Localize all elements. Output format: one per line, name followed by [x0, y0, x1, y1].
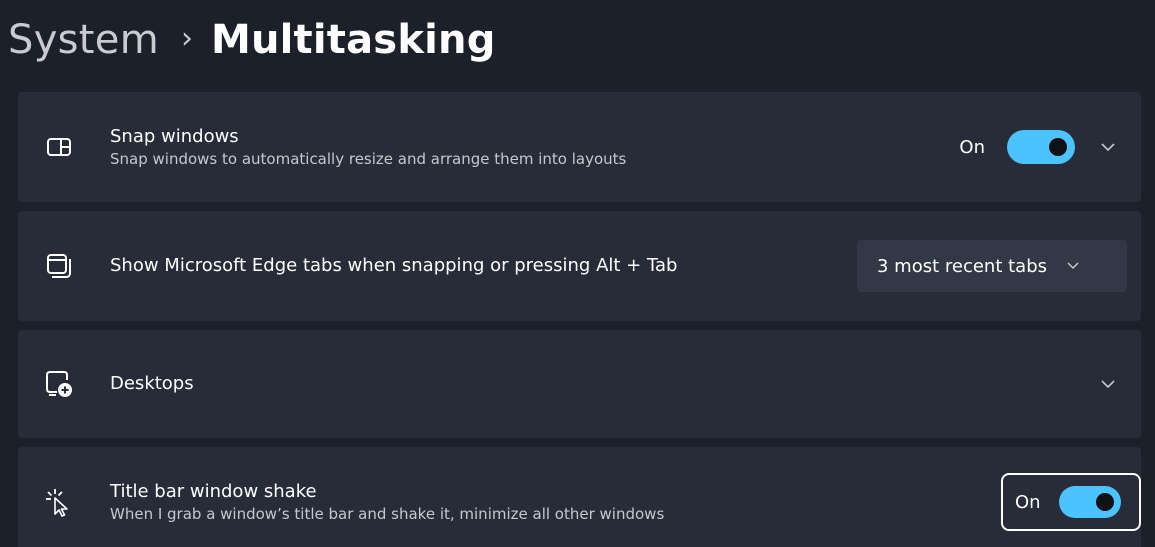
setting-controls: On [959, 130, 1123, 164]
toggle-knob [1049, 138, 1067, 156]
toggle-state-label: On [959, 136, 985, 158]
chevron-down-icon[interactable] [1093, 132, 1123, 162]
setting-card-snap-windows[interactable]: Snap windows Snap windows to automatical… [18, 92, 1141, 202]
toggle-state-label: On [1015, 491, 1041, 513]
breadcrumb-separator: › [180, 20, 193, 56]
breadcrumb-system-link[interactable]: System [8, 17, 159, 63]
edge-tabs-icon [44, 251, 74, 281]
setting-title: Desktops [110, 373, 194, 394]
setting-title: Show Microsoft Edge tabs when snapping o… [110, 255, 678, 276]
chevron-down-icon [1067, 258, 1083, 274]
snap-windows-icon [44, 132, 74, 162]
snap-windows-toggle[interactable] [1007, 130, 1075, 164]
page-title: Multitasking [210, 17, 496, 63]
multitasking-settings-page: System › Multitasking Snap windows Snap … [0, 0, 1155, 547]
window-shake-icon [44, 487, 74, 517]
setting-card-edge-tabs: Show Microsoft Edge tabs when snapping o… [18, 211, 1141, 321]
chevron-down-icon[interactable] [1093, 369, 1123, 399]
breadcrumb: System › Multitasking [8, 4, 496, 76]
setting-card-window-shake: Title bar window shake When I grab a win… [18, 447, 1141, 547]
setting-title: Title bar window shake [110, 481, 317, 502]
setting-card-desktops[interactable]: Desktops [18, 330, 1141, 438]
window-shake-toggle-focus[interactable]: On [1001, 473, 1141, 531]
setting-text: Title bar window shake When I grab a win… [110, 480, 664, 524]
window-shake-toggle[interactable] [1058, 486, 1121, 518]
setting-controls [1075, 369, 1123, 399]
setting-text: Show Microsoft Edge tabs when snapping o… [110, 254, 677, 278]
setting-text: Snap windows Snap windows to automatical… [110, 125, 626, 169]
edge-tabs-dropdown[interactable]: 3 most recent tabs [857, 240, 1127, 292]
desktops-icon [44, 369, 74, 399]
setting-description: Snap windows to automatically resize and… [110, 150, 627, 168]
toggle-knob [1095, 493, 1114, 511]
dropdown-selected-value: 3 most recent tabs [877, 255, 1048, 277]
setting-text: Desktops [110, 372, 194, 396]
setting-title: Snap windows [110, 126, 239, 147]
setting-description: When I grab a window’s title bar and sha… [110, 505, 665, 523]
